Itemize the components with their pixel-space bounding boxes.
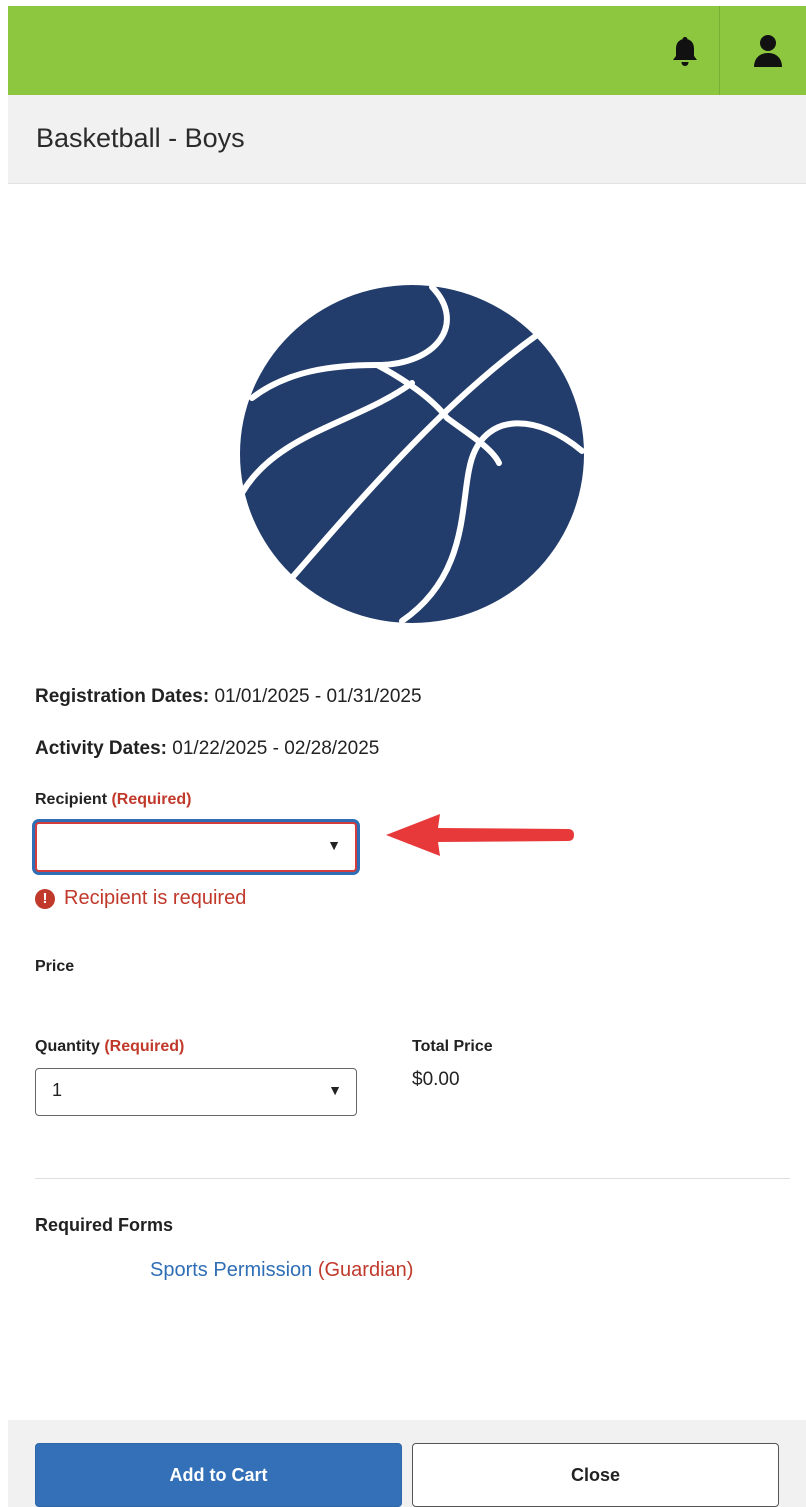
chevron-down-icon: ▼ (327, 837, 341, 853)
price-label: Price (35, 958, 75, 975)
annotation-arrow-icon (386, 814, 574, 856)
required-forms-heading: Required Forms (35, 1215, 174, 1235)
bell-icon (673, 36, 697, 66)
registration-label: Registration Dates: (35, 686, 210, 707)
left-frame (0, 0, 8, 1507)
recipient-label-text: Recipient (35, 791, 108, 808)
chevron-down-icon: ▼ (328, 1082, 342, 1098)
activity-label: Activity Dates: (35, 738, 167, 759)
registration-dates: Registration Dates: 01/01/2025 - 01/31/2… (35, 686, 422, 708)
quantity-required-tag: (Required) (104, 1038, 185, 1055)
recipient-error: ! Recipient is required (35, 887, 246, 910)
activity-dates: Activity Dates: 01/22/2025 - 02/28/2025 (35, 738, 379, 760)
section-divider (35, 1178, 790, 1179)
quantity-select[interactable]: 1 ▼ (35, 1068, 357, 1116)
recipient-label: Recipient (Required) (35, 791, 191, 809)
add-to-cart-button[interactable]: Add to Cart (35, 1443, 402, 1507)
user-menu-button[interactable] (738, 6, 798, 95)
recipient-required-tag: (Required) (111, 791, 192, 808)
notifications-button[interactable] (655, 6, 715, 95)
total-price-value: $0.00 (412, 1069, 460, 1090)
quantity-label: Quantity (Required) (35, 1038, 184, 1056)
registration-value: 01/01/2025 - 01/31/2025 (214, 686, 422, 707)
top-bar (8, 6, 806, 95)
quantity-select-value: 1 (52, 1080, 63, 1100)
basketball-icon (239, 284, 585, 624)
quantity-label-text: Quantity (35, 1038, 100, 1055)
close-button[interactable]: Close (412, 1443, 779, 1507)
recipient-select[interactable]: ▼ (35, 822, 357, 872)
activity-value: 01/22/2025 - 02/28/2025 (172, 738, 380, 759)
error-icon: ! (35, 888, 55, 909)
user-icon (754, 34, 782, 67)
title-bar: Basketball - Boys (8, 95, 806, 184)
header-divider (719, 6, 720, 95)
total-price-label: Total Price (412, 1038, 493, 1055)
page-title: Basketball - Boys (36, 123, 245, 153)
form-link-name: Sports Permission (150, 1259, 313, 1281)
form-link-role: (Guardian) (317, 1259, 414, 1281)
recipient-error-text: Recipient is required (64, 887, 247, 909)
form-link-sports-permission[interactable]: Sports Permission (Guardian) (150, 1259, 413, 1282)
